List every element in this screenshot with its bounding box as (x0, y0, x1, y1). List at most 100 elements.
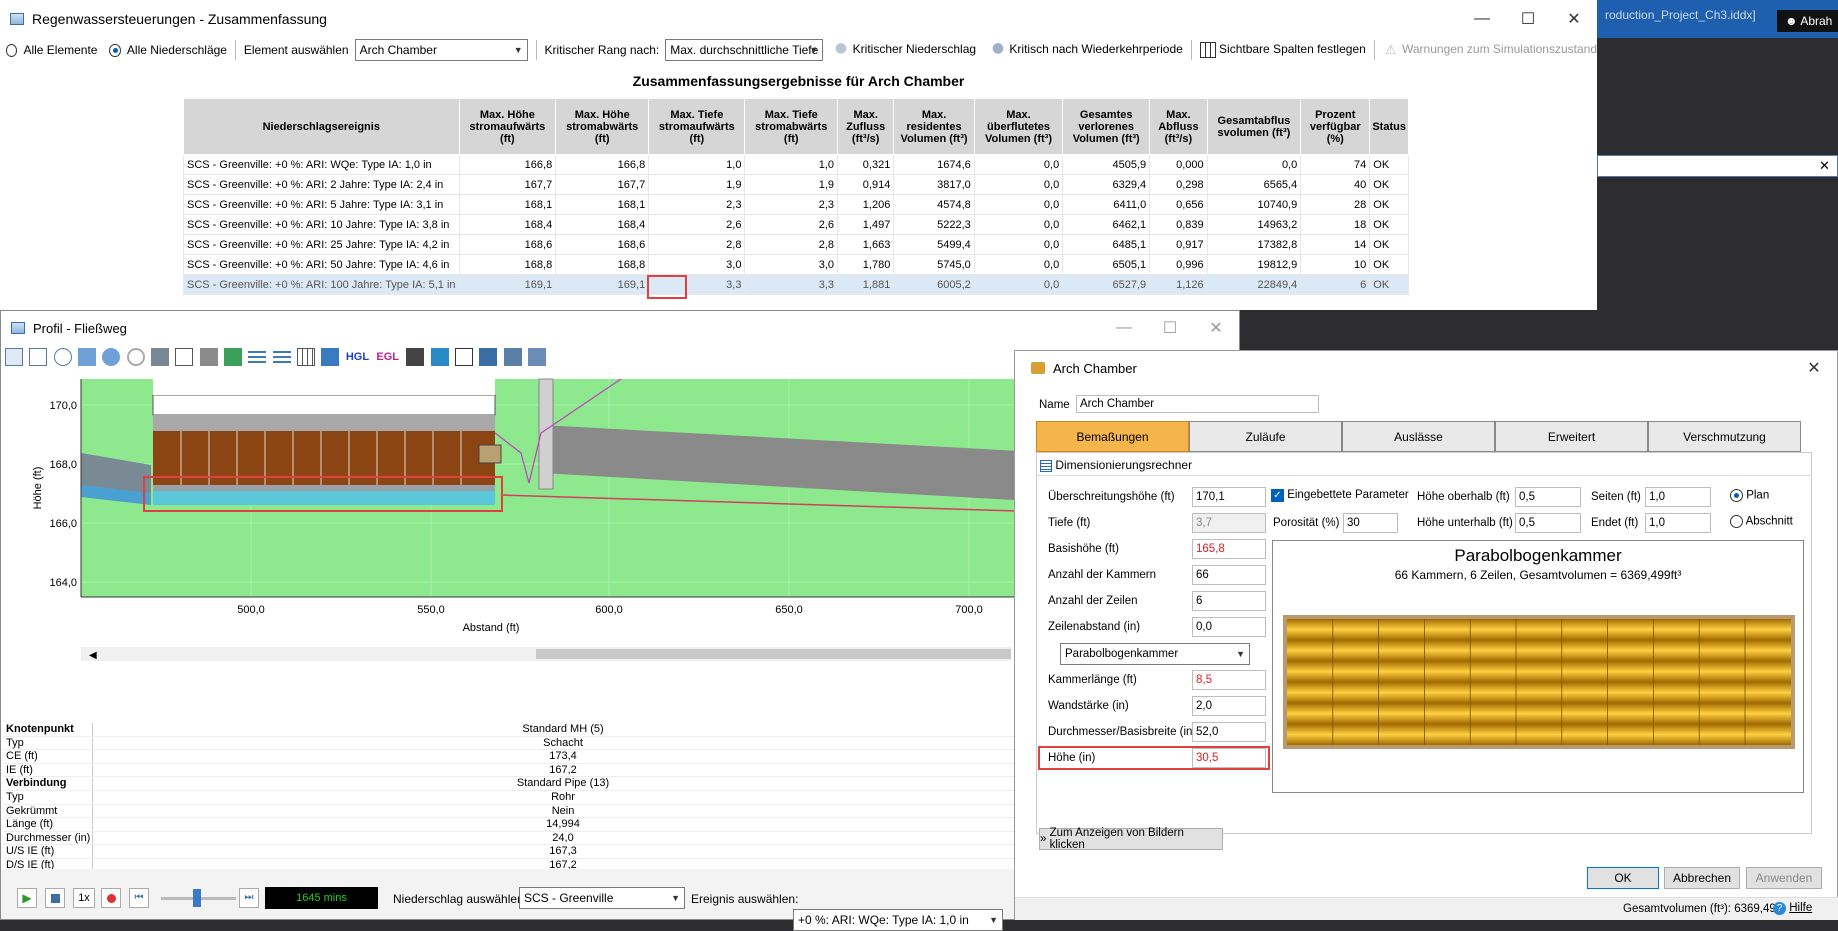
height-below-input[interactable]: 0,5 (1515, 513, 1581, 533)
element-select[interactable]: Arch Chamber ▼ (354, 39, 528, 61)
radio-all-elements[interactable] (6, 43, 18, 57)
overflow-input[interactable]: 170,1 (1192, 487, 1266, 507)
grid-icon[interactable] (297, 348, 316, 366)
section-radio[interactable]: Abschnitt (1730, 515, 1793, 528)
tab-inlets[interactable]: Zuläufe (1189, 421, 1342, 452)
show-images-button[interactable]: » Zum Anzeigen von Bildern klicken (1039, 827, 1223, 851)
export-icon[interactable] (503, 348, 522, 366)
close-icon[interactable]: ✕ (1551, 0, 1597, 38)
pipe-icon[interactable] (224, 348, 243, 366)
table-header-cell[interactable]: Prozent verfügbar (%) (1300, 98, 1371, 155)
property-row[interactable]: Länge (ft) 14,994 (3, 818, 1033, 832)
h-scrollbar-thumb[interactable] (536, 649, 1011, 659)
table-row[interactable]: SCS - Greenville: +0 %: ARI: 50 Jahre: T… (183, 254, 1409, 275)
table-header-cell[interactable]: Max. Zufluss (ft³/s) (837, 98, 895, 155)
table-row[interactable]: SCS - Greenville: +0 %: ARI: 100 Jahre: … (183, 274, 1409, 295)
profile-lines-icon[interactable] (248, 348, 267, 366)
property-row[interactable]: Durchmesser (in) 24,0 (3, 831, 1033, 846)
table-header-cell[interactable]: Max. Höhe stromaufwärts (ft) (458, 98, 557, 155)
property-row[interactable]: U/S IE (ft) 167,3 (3, 845, 1033, 859)
property-row[interactable]: Typ Rohr (3, 790, 1033, 805)
property-row[interactable]: Typ Schacht (3, 736, 1033, 751)
row-spacing-input[interactable]: 0,0 (1192, 617, 1266, 637)
apply-button[interactable]: Anwenden (1746, 867, 1822, 889)
save-icon[interactable] (479, 348, 498, 366)
zoom-window-icon[interactable] (29, 348, 48, 366)
table-header-cell[interactable]: Max. Tiefe stromabwärts (ft) (744, 98, 839, 155)
node-icon[interactable] (199, 348, 218, 366)
chart-icon[interactable] (430, 348, 449, 366)
help-link[interactable]: ? Hilfe (1773, 902, 1812, 915)
annotation-icon[interactable] (321, 348, 340, 366)
close-icon[interactable]: ✕ (1193, 309, 1239, 347)
rank-select[interactable]: Max. durchschnittliche Tiefe ▼ (665, 39, 824, 61)
minimize-icon[interactable]: — (1459, 0, 1505, 38)
maximize-icon[interactable]: ☐ (1147, 309, 1193, 347)
table-header-cell[interactable]: Niederschlagsereignis (183, 98, 460, 155)
property-row[interactable]: Knotenpunkt Standard MH (5) (3, 723, 1033, 737)
cancel-button[interactable]: Abbrechen (1664, 867, 1740, 889)
table-row[interactable]: SCS - Greenville: +0 %: ARI: WQe: Type I… (183, 154, 1409, 175)
chamber-type-select[interactable]: Parabolbogenkammer ▼ (1060, 643, 1250, 665)
property-row[interactable]: Verbindung Standard Pipe (13) (3, 777, 1033, 791)
maximize-icon[interactable]: ☐ (1505, 0, 1551, 38)
pan-icon[interactable] (53, 348, 72, 366)
tab-advanced[interactable]: Erweitert (1495, 421, 1648, 452)
wall-input[interactable]: 2,0 (1192, 696, 1266, 716)
diameter-input[interactable]: 52,0 (1192, 722, 1266, 742)
link-icon[interactable] (406, 348, 425, 366)
sides-input[interactable]: 1,0 (1645, 487, 1711, 507)
zoom-extents-icon[interactable] (78, 348, 97, 366)
minimize-icon[interactable]: — (1101, 309, 1147, 347)
embedded-checkbox[interactable]: ✓ Eingebettete Parameter (1271, 489, 1409, 502)
table-row[interactable]: SCS - Greenville: +0 %: ARI: 10 Jahre: T… (183, 214, 1409, 235)
tab-outlets[interactable]: Auslässe (1342, 421, 1495, 452)
plan-radio[interactable]: Plan (1730, 489, 1769, 502)
background-close-icon[interactable]: ✕ (1819, 158, 1830, 174)
base-input[interactable]: 165,8 (1192, 539, 1266, 559)
property-row[interactable]: IE (ft) 167,2 (3, 763, 1033, 778)
name-input[interactable]: Arch Chamber (1076, 395, 1319, 413)
close-icon[interactable]: ✕ (1791, 349, 1837, 387)
precip-select[interactable]: SCS - Greenville ▼ (519, 887, 685, 909)
table-row[interactable]: SCS - Greenville: +0 %: ARI: 2 Jahre: Ty… (183, 174, 1409, 195)
time-slider-thumb[interactable] (193, 889, 201, 907)
table-header-cell[interactable]: Status (1369, 98, 1409, 155)
settings-icon[interactable] (528, 348, 547, 366)
visible-columns-button[interactable]: Sichtbare Spalten festlegen (1199, 42, 1366, 58)
ends-input[interactable]: 1,0 (1645, 513, 1711, 533)
cube-icon[interactable] (151, 348, 170, 366)
porosity-input[interactable]: 30 (1343, 513, 1398, 533)
table-header-cell[interactable]: Gesamtes verlorenes Volumen (ft³) (1062, 98, 1151, 155)
sizing-calc-button[interactable]: Dimensionierungsrechner (1040, 458, 1192, 472)
table-header-cell[interactable]: Max. Höhe stromabwärts (ft) (555, 98, 650, 155)
speed-button[interactable]: 1x (73, 888, 95, 908)
zoom-center-icon[interactable] (102, 348, 121, 366)
skip-end-button[interactable]: ⏭ (239, 888, 259, 908)
event-select[interactable]: +0 %: ARI: WQe: Type IA: 1,0 in ▼ (793, 909, 1003, 931)
critical-precip-button[interactable]: Kritischer Niederschlag (833, 42, 976, 58)
property-row[interactable]: Gekrümmt Nein (3, 804, 1033, 819)
rows-input[interactable]: 6 (1192, 591, 1266, 611)
radio-all-precip[interactable] (109, 43, 121, 57)
refresh-icon[interactable] (126, 348, 145, 366)
table-header-cell[interactable]: Max. überflutetes Volumen (ft³) (973, 98, 1064, 155)
profile-lines2-icon[interactable] (272, 348, 291, 366)
skip-start-button[interactable]: ⏮ (129, 888, 149, 908)
critical-return-button[interactable]: Kritisch nach Wiederkehrperiode (990, 42, 1183, 58)
tab-pollution[interactable]: Verschmutzung (1648, 421, 1801, 452)
table-row[interactable]: SCS - Greenville: +0 %: ARI: 5 Jahre: Ty… (183, 194, 1409, 215)
cube-outline-icon[interactable] (175, 348, 194, 366)
scroll-left-icon[interactable]: ◀ (89, 650, 97, 661)
user-badge[interactable]: ☻ Abrah (1777, 10, 1838, 32)
property-row[interactable]: CE (ft) 173,4 (3, 750, 1033, 764)
table-header-cell[interactable]: Max. Abfluss (ft³/s) (1149, 98, 1208, 155)
play-button[interactable]: ▶ (17, 888, 37, 908)
height-above-input[interactable]: 0,5 (1515, 487, 1581, 507)
text-icon[interactable] (455, 348, 474, 366)
record-button[interactable] (101, 888, 121, 908)
table-header-cell[interactable]: Max. Tiefe stromaufwärts (ft) (648, 98, 746, 155)
tab-dimensions[interactable]: Bemaßungen (1036, 421, 1189, 452)
chambers-input[interactable]: 66 (1192, 565, 1266, 585)
table-header-cell[interactable]: Gesamtabflus svolumen (ft³) (1206, 98, 1302, 155)
